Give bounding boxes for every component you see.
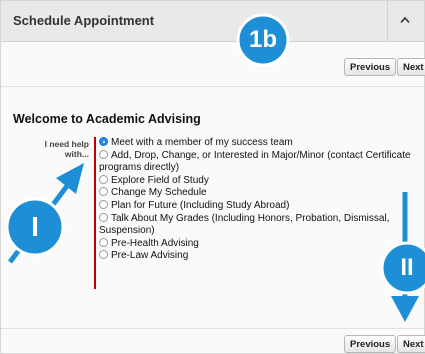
option-label: Pre-Health Advising bbox=[111, 237, 199, 249]
option-label: Pre-Law Advising bbox=[111, 250, 189, 262]
option-label: Talk About My Grades (Including Honors, … bbox=[99, 212, 390, 237]
radio[interactable] bbox=[99, 212, 108, 222]
bottom-divider bbox=[1, 328, 424, 329]
schedule-appointment-panel: Schedule Appointment Previous Next Welco… bbox=[0, 0, 425, 354]
help-options-radio-group: Meet with a member of my success team Ad… bbox=[99, 137, 424, 263]
option-label: Add, Drop, Change, or Interested in Majo… bbox=[99, 149, 411, 174]
option-label: Plan for Future (Including Study Abroad) bbox=[111, 199, 290, 211]
option-pre-law[interactable]: Pre-Law Advising bbox=[99, 250, 424, 263]
form-heading: Welcome to Academic Advising bbox=[13, 112, 201, 126]
option-label: Explore Field of Study bbox=[111, 174, 209, 186]
chevron-up-icon bbox=[400, 16, 410, 24]
next-button-bottom[interactable]: Next bbox=[397, 335, 425, 353]
radio[interactable] bbox=[99, 199, 108, 209]
option-label: Change My Schedule bbox=[111, 187, 207, 199]
collapse-button[interactable] bbox=[387, 1, 424, 41]
field-label: I need help with... bbox=[23, 139, 89, 159]
required-indicator bbox=[94, 137, 96, 289]
radio[interactable] bbox=[99, 250, 108, 260]
panel-title: Schedule Appointment bbox=[13, 13, 155, 28]
option-grades[interactable]: Talk About My Grades (Including Honors, … bbox=[99, 212, 424, 238]
option-change-schedule[interactable]: Change My Schedule bbox=[99, 187, 424, 200]
field-label-line1: I need help bbox=[44, 139, 89, 149]
radio-selected[interactable] bbox=[99, 137, 108, 146]
option-major-minor[interactable]: Add, Drop, Change, or Interested in Majo… bbox=[99, 149, 424, 175]
previous-button-bottom[interactable]: Previous bbox=[344, 335, 397, 353]
previous-button-top[interactable]: Previous bbox=[344, 58, 397, 76]
radio[interactable] bbox=[99, 237, 108, 247]
option-label: Meet with a member of my success team bbox=[111, 137, 293, 148]
top-divider bbox=[1, 86, 424, 87]
radio[interactable] bbox=[99, 174, 108, 184]
panel-header: Schedule Appointment bbox=[1, 1, 424, 42]
option-plan-future[interactable]: Plan for Future (Including Study Abroad) bbox=[99, 199, 424, 213]
option-explore-field[interactable]: Explore Field of Study bbox=[99, 174, 424, 188]
option-meet-success-team[interactable]: Meet with a member of my success team bbox=[99, 137, 424, 150]
radio[interactable] bbox=[99, 149, 108, 159]
next-button-top[interactable]: Next bbox=[397, 58, 425, 76]
option-pre-health[interactable]: Pre-Health Advising bbox=[99, 237, 424, 251]
radio[interactable] bbox=[99, 187, 108, 197]
field-label-line2: with... bbox=[64, 149, 89, 159]
